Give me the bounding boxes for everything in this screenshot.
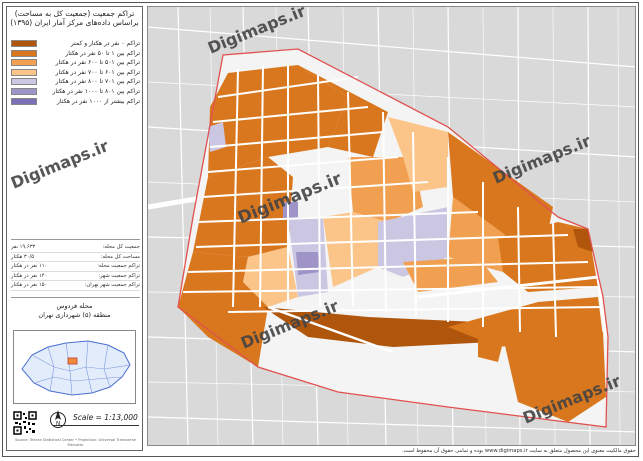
- legend-panel: تراکم جمعیت (جمعیت کل به مساحت) براساس د…: [6, 6, 143, 451]
- legend: تراکم ۰ نفر در هکتار و کمتر تراکم بین ۱ …: [11, 39, 140, 106]
- legend-item: تراکم بین ۶۰۱ تا ۷۰۰ نفر در هکتار: [11, 68, 140, 78]
- stat-row: تراکم جمعیت شهر تهران: ۱۵۰ نفر در هکتار: [11, 281, 140, 291]
- stat-label: تراکم جمعیت شهر:: [98, 272, 140, 279]
- stat-value: ۱۹,۶۳۳ نفر: [11, 244, 36, 250]
- legend-item: تراکم بین ۸۰۱ تا ۱۰۰۰ نفر در هکتار: [11, 87, 140, 97]
- map-graphic: [148, 7, 635, 445]
- legend-swatch: [11, 59, 37, 67]
- legend-label: تراکم بین ۶۰۱ تا ۷۰۰ نفر در هکتار: [55, 68, 140, 76]
- scale-bar: [53, 425, 139, 426]
- copyright-notice: حقوق مالکیت معنوی این محصول متعلق به سای…: [402, 448, 636, 454]
- divider: [11, 239, 140, 240]
- north-arrow-icon: N: [49, 409, 67, 429]
- stat-value: ۱۴۰ نفر در هکتار: [11, 272, 48, 279]
- divider: [11, 297, 140, 298]
- legend-label: تراکم بین ۵۰۱ تا ۶۰۰ نفر در هکتار: [55, 59, 140, 67]
- district-name: منطقه (۵) شهرداری تهران: [38, 311, 111, 319]
- legend-swatch: [11, 97, 37, 105]
- stat-value: ۱۱۰ نفر در هکتار: [11, 263, 48, 270]
- legend-swatch: [11, 78, 37, 86]
- map-canvas[interactable]: [147, 6, 636, 446]
- legend-item: تراکم ۰ نفر در هکتار و کمتر: [11, 39, 140, 49]
- stat-row: مساحت کل محله: ۳۰/۵ هکتار: [11, 253, 140, 263]
- map-title-line1: تراکم جمعیت (جمعیت کل به مساحت): [14, 9, 135, 18]
- neighborhood-highlight: [67, 357, 78, 365]
- neighborhood-name: محله فردوس: [56, 302, 93, 310]
- statistics-table: جمعیت کل محله: ۱۹,۶۳۳ نفر مساحت کل محله: ۳…: [11, 243, 140, 291]
- legend-label: تراکم ۰ نفر در هکتار و کمتر: [70, 40, 140, 47]
- legend-item: تراکم بیشتر از ۱۰۰۰ نفر در هکتار: [11, 97, 140, 107]
- locator-inset-map: [13, 330, 136, 404]
- stat-label: تراکم جمعیت محله:: [97, 263, 140, 270]
- legend-swatch: [11, 40, 37, 47]
- legend-swatch: [11, 87, 37, 95]
- footer-note: Source: Tehran Statistical Center • Proj…: [15, 438, 136, 447]
- stat-label: مساحت کل محله:: [100, 253, 140, 260]
- legend-label: تراکم بین ۱ تا ۵۰ نفر در هکتار: [65, 49, 140, 57]
- scale-label: Scale = 1:13,000: [73, 413, 138, 422]
- stat-value: ۱۵۰ نفر در هکتار: [11, 282, 48, 289]
- stat-label: تراکم جمعیت شهر تهران:: [84, 282, 140, 289]
- map-title-line2: براساس داده‌های مرکز آمار ایران (۱۳۹۵): [10, 18, 139, 27]
- stat-label: جمعیت کل محله:: [102, 244, 140, 250]
- locator-map-graphic: [21, 340, 131, 396]
- legend-item: تراکم بین ۵۰۱ تا ۶۰۰ نفر در هکتار: [11, 58, 140, 68]
- region-title: محله فردوس منطقه (۵) شهرداری تهران: [7, 302, 142, 320]
- legend-item: تراکم بین ۱ تا ۵۰ نفر در هکتار: [11, 49, 140, 59]
- north-label: N: [56, 421, 60, 427]
- stat-value: ۳۰/۵ هکتار: [11, 253, 35, 260]
- legend-label: تراکم بین ۷۰۱ تا ۸۰۰ نفر در هکتار: [55, 78, 140, 86]
- legend-swatch: [11, 68, 37, 76]
- stat-row: تراکم جمعیت محله: ۱۱۰ نفر در هکتار: [11, 262, 140, 272]
- legend-label: تراکم بین ۸۰۱ تا ۱۰۰۰ نفر در هکتار: [52, 87, 140, 95]
- stat-row: تراکم جمعیت شهر: ۱۴۰ نفر در هکتار: [11, 272, 140, 282]
- stat-row: جمعیت کل محله: ۱۹,۶۳۳ نفر: [11, 243, 140, 253]
- legend-item: تراکم بین ۷۰۱ تا ۸۰۰ نفر در هکتار: [11, 77, 140, 87]
- map-title: تراکم جمعیت (جمعیت کل به مساحت) براساس د…: [7, 9, 142, 27]
- legend-swatch: [11, 49, 37, 57]
- legend-label: تراکم بیشتر از ۱۰۰۰ نفر در هکتار: [57, 97, 140, 105]
- qr-code-icon: [13, 411, 37, 435]
